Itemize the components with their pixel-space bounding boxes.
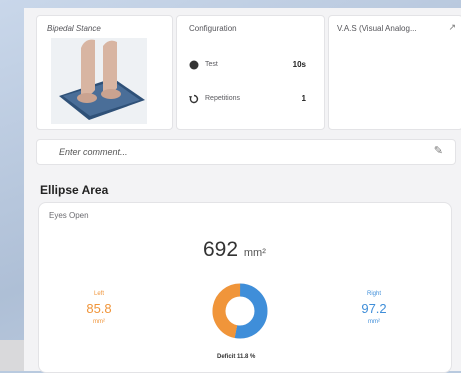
timer-icon bbox=[189, 60, 199, 70]
config-label: Test bbox=[205, 61, 218, 68]
repeat-icon bbox=[189, 94, 199, 104]
configuration-title: Configuration bbox=[189, 24, 237, 33]
config-row-test: Test 10s bbox=[189, 58, 314, 72]
left-unit: mm² bbox=[93, 319, 105, 325]
vas-card[interactable]: V.A.S (Visual Analog... ↗ bbox=[328, 15, 461, 130]
left-label: Left bbox=[93, 291, 104, 297]
balance-plate-illustration bbox=[51, 38, 147, 124]
external-link-icon[interactable]: ↗ bbox=[448, 22, 456, 33]
ellipse-area-value: 692 mm² bbox=[203, 238, 266, 262]
config-value: 1 bbox=[301, 94, 306, 103]
right-unit: mm² bbox=[368, 319, 380, 325]
right-value: 97.2 bbox=[361, 301, 387, 316]
ellipse-area-card: Eyes Open 692 mm² Left 85.8 mm² Right 97… bbox=[38, 202, 452, 373]
area-number: 692 bbox=[203, 238, 239, 261]
eyes-mode-label: Eyes Open bbox=[49, 211, 89, 220]
edit-pencil-icon[interactable]: ✎ bbox=[434, 144, 443, 157]
config-row-repetitions: Repetitions 1 bbox=[189, 92, 314, 106]
area-unit: mm² bbox=[243, 247, 266, 259]
deficit-label: Deficit 11.8 % bbox=[217, 354, 256, 360]
vas-title: V.A.S (Visual Analog... bbox=[337, 24, 417, 33]
comment-placeholder: Enter comment... bbox=[59, 147, 128, 157]
stance-title: Bipedal Stance bbox=[47, 24, 101, 33]
config-label: Repetitions bbox=[205, 95, 241, 102]
comment-field[interactable]: Enter comment... ✎ bbox=[36, 139, 456, 165]
config-value: 10s bbox=[292, 60, 306, 69]
right-label: Right bbox=[366, 291, 381, 297]
configuration-card: Configuration Test 10s Repetitions 1 bbox=[176, 15, 325, 130]
left-value: 85.8 bbox=[86, 301, 112, 316]
section-title: Ellipse Area bbox=[40, 183, 109, 197]
left-right-donut-chart bbox=[212, 283, 268, 339]
stance-card[interactable]: Bipedal Stance bbox=[36, 15, 173, 130]
